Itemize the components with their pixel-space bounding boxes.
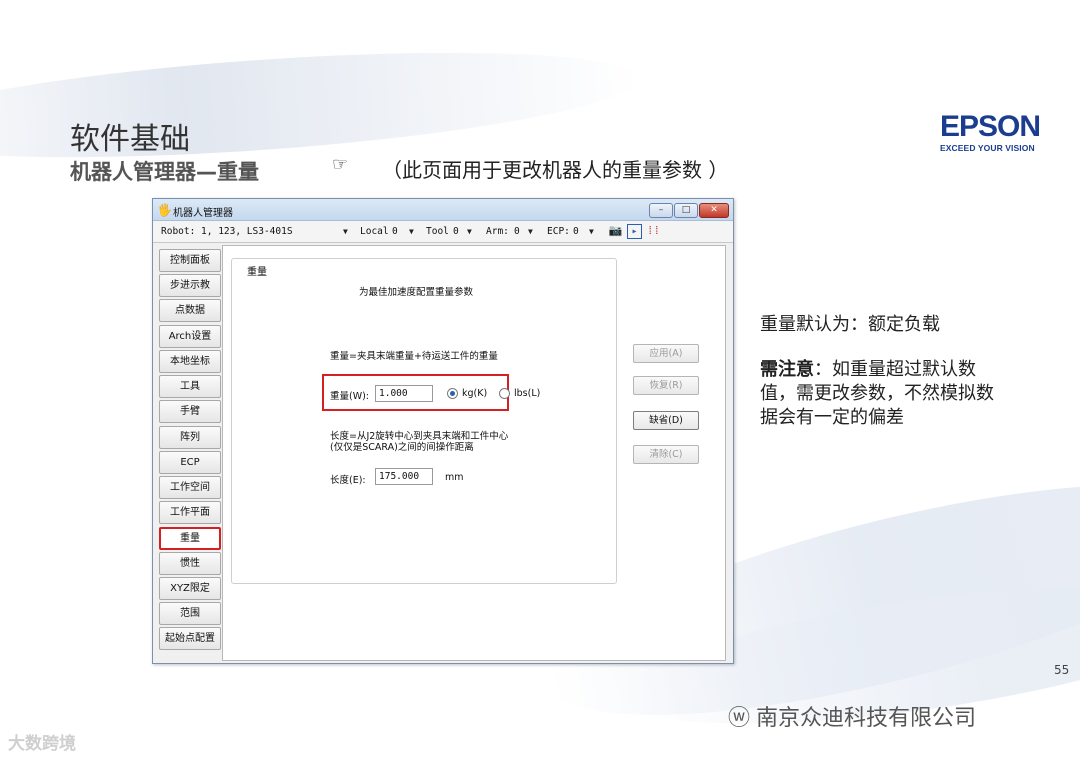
nav-point-data[interactable]: 点数据 xyxy=(159,299,221,322)
robot-app-icon: 🖐 xyxy=(157,203,172,217)
robot-toolbar: Robot: 1, 123, LS3-401S ▼ Local 0 ▼ Tool… xyxy=(153,221,733,243)
unit-lbs-label: lbs(L) xyxy=(514,388,541,399)
nav-work-plane[interactable]: 工作平面 xyxy=(159,501,221,524)
local-dropdown-icon[interactable]: ▼ xyxy=(409,227,414,236)
clear-button[interactable]: 清除(C) xyxy=(633,445,699,464)
arm-dropdown-icon[interactable]: ▼ xyxy=(528,227,533,236)
weight-description: 重量=夹具末端重量+待运送工件的重量 xyxy=(330,351,498,362)
caution-label: 需注意 xyxy=(760,359,814,380)
ecp-label: ECP: xyxy=(547,226,570,237)
nav-control-panel[interactable]: 控制面板 xyxy=(159,249,221,272)
caution-note: 需注意：如重量超过默认数值，需更改参数，不然模拟数据会有一定的偏差 xyxy=(760,358,1000,430)
weight-label: 重量(W): xyxy=(330,391,370,402)
watermark: 大数跨境 xyxy=(8,734,76,754)
epson-logo: EPSON EXCEED YOUR VISION xyxy=(940,110,1041,154)
io-monitor-icon[interactable]: ⁞⁞ xyxy=(646,224,661,239)
close-button[interactable]: ✕ xyxy=(699,203,729,218)
nav-arch-settings[interactable]: Arch设置 xyxy=(159,325,221,348)
unit-lbs-radio[interactable] xyxy=(499,388,510,399)
tool-dropdown-icon[interactable]: ▼ xyxy=(467,227,472,236)
wechat-account: ⓦ 南京众迪科技有限公司 xyxy=(728,700,976,732)
wechat-icon: ⓦ xyxy=(728,706,751,731)
nav-range[interactable]: 范围 xyxy=(159,602,221,625)
default-button[interactable]: 缺省(D) xyxy=(633,411,699,430)
apply-button[interactable]: 应用(A) xyxy=(633,344,699,363)
jog-panel-icon[interactable]: ▸ xyxy=(627,224,642,239)
nav-ecp[interactable]: ECP xyxy=(159,451,221,474)
length-label: 长度(E): xyxy=(330,475,366,486)
nav-arm[interactable]: 手臂 xyxy=(159,400,221,423)
window-title: 机器人管理器 xyxy=(173,208,233,219)
nav-weight[interactable]: 重量 xyxy=(159,527,221,550)
restore-button[interactable]: 恢复(R) xyxy=(633,376,699,395)
minimize-button[interactable]: – xyxy=(649,203,673,218)
local-label: Local xyxy=(360,226,389,237)
tool-label: Tool xyxy=(426,226,449,237)
length-description-2: (仅仅是SCARA)之间的间操作距离 xyxy=(330,442,474,453)
length-input[interactable]: 175.000 xyxy=(375,468,433,485)
robot-selector[interactable]: Robot: 1, 123, LS3-401S xyxy=(161,226,293,237)
page-number: 55 xyxy=(1054,663,1070,677)
nav-work-space[interactable]: 工作空间 xyxy=(159,476,221,499)
logo-tagline: EXCEED YOUR VISION xyxy=(940,143,1035,153)
group-title: 重量 xyxy=(244,263,270,278)
slide-title: 软件基础 xyxy=(70,122,190,157)
window-titlebar[interactable]: 🖐 机器人管理器 – □ ✕ xyxy=(153,199,733,221)
unit-kg-radio[interactable] xyxy=(447,388,458,399)
weight-group: 重量 为最佳加速度配置重量参数 重量=夹具末端重量+待运送工件的重量 重量(W)… xyxy=(231,258,617,584)
slide-subtitle: 机器人管理器—重量 xyxy=(70,160,259,184)
nav-home-config[interactable]: 起始点配置 xyxy=(159,627,221,650)
maximize-button[interactable]: □ xyxy=(674,203,698,218)
pointing-hand-icon: ☞ xyxy=(332,154,349,175)
nav-pallet[interactable]: 阵列 xyxy=(159,426,221,449)
length-unit: mm xyxy=(445,472,464,483)
default-weight-note: 重量默认为：额定负载 xyxy=(760,314,940,335)
slide-note: （此页面用于更改机器人的重量参数 ） xyxy=(382,158,729,182)
ecp-dropdown-icon[interactable]: ▼ xyxy=(589,227,594,236)
arm-select[interactable]: 0 xyxy=(514,226,520,237)
tool-select[interactable]: 0 xyxy=(453,226,459,237)
nav-tools[interactable]: 工具 xyxy=(159,375,221,398)
camera-icon[interactable]: 📷 xyxy=(608,224,623,239)
nav-xyz-limits[interactable]: XYZ限定 xyxy=(159,577,221,600)
ecp-select[interactable]: 0 xyxy=(573,226,579,237)
panel-heading: 为最佳加速度配置重量参数 xyxy=(359,287,474,298)
wechat-account-name: 南京众迪科技有限公司 xyxy=(756,706,977,731)
logo-wordmark: EPSON xyxy=(940,110,1041,143)
unit-kg-label: kg(K) xyxy=(462,388,488,399)
weight-input[interactable]: 1.000 xyxy=(375,385,433,402)
robot-manager-window: 🖐 机器人管理器 – □ ✕ Robot: 1, 123, LS3-401S ▼… xyxy=(152,198,734,664)
nav-inertia[interactable]: 惯性 xyxy=(159,552,221,575)
arm-label: Arm: xyxy=(486,226,509,237)
local-select[interactable]: 0 xyxy=(392,226,398,237)
nav-jog-teach[interactable]: 步进示教 xyxy=(159,274,221,297)
nav-local-coords[interactable]: 本地坐标 xyxy=(159,350,221,373)
robot-dropdown-icon[interactable]: ▼ xyxy=(343,227,348,236)
weight-panel: 重量 为最佳加速度配置重量参数 重量=夹具末端重量+待运送工件的重量 重量(W)… xyxy=(222,245,726,661)
